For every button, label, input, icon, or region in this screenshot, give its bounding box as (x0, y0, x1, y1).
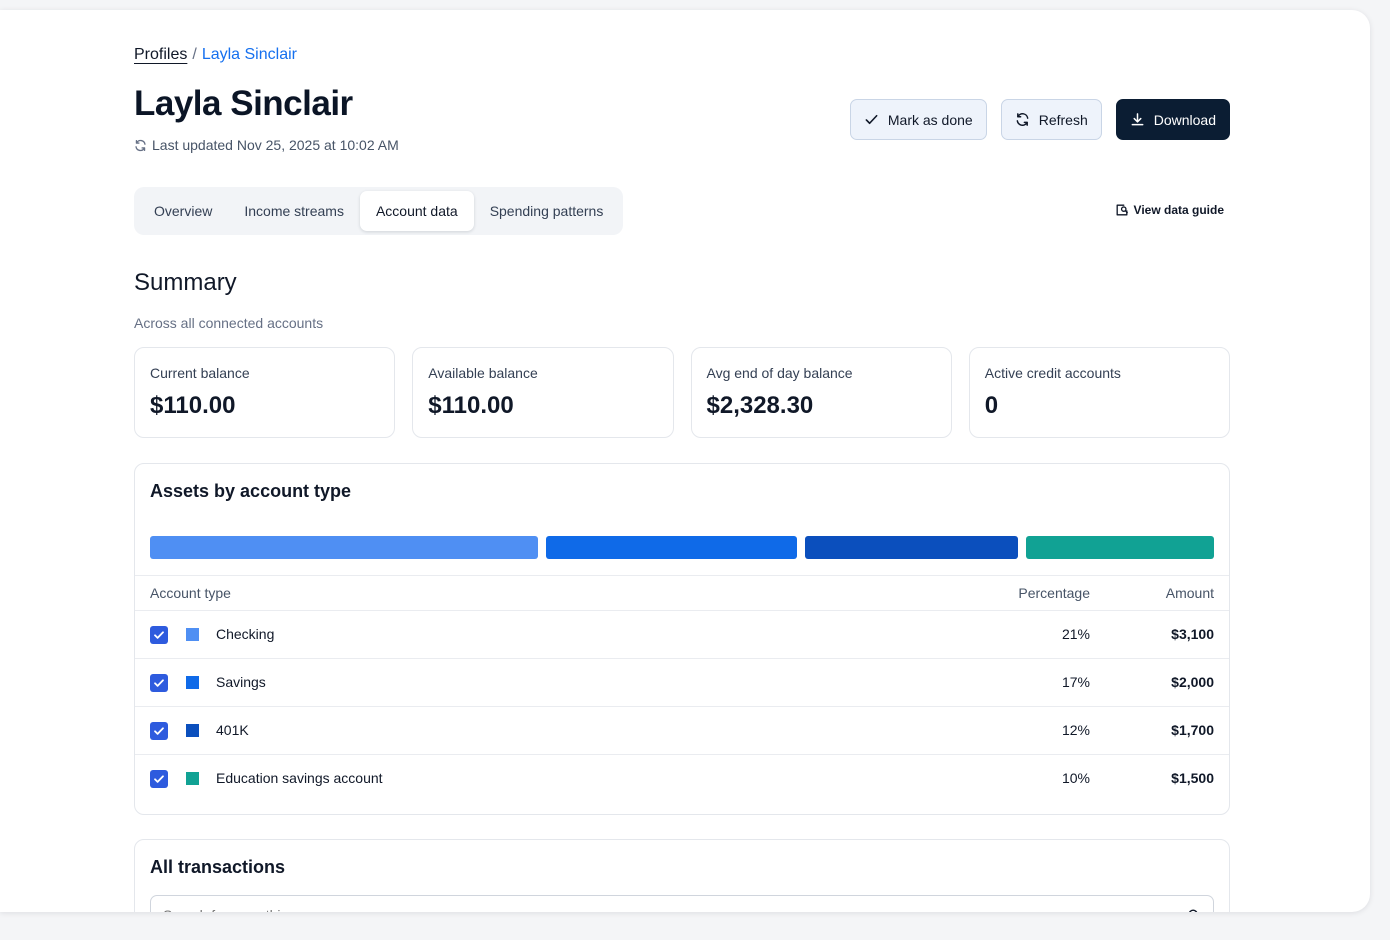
asset-allocation-bar (150, 536, 1214, 559)
transactions-title: All transactions (150, 857, 286, 877)
color-swatch (186, 724, 199, 737)
summary-title: Summary (134, 269, 237, 296)
transactions-search-input[interactable] (150, 895, 1214, 912)
table-row: Savings 17% $2,000 (135, 659, 1229, 707)
row-checkbox[interactable] (150, 770, 168, 788)
stat-value: $110.00 (150, 392, 236, 419)
download-icon (1131, 113, 1144, 126)
summary-subtitle: Across all connected accounts (134, 315, 324, 331)
last-updated-text: Last updated Nov 25, 2025 at 10:02 AM (152, 137, 399, 153)
stat-label: Avg end of day balance (706, 365, 853, 381)
tab-account-data[interactable]: Account data (359, 191, 474, 231)
account-type-percentage: 17% (1061, 674, 1090, 690)
header-actions: Mark as done Refresh Download (849, 99, 1230, 140)
bar-segment-checking (150, 536, 539, 559)
account-type-amount: $3,100 (1171, 626, 1214, 642)
app-window: Profiles / Layla Sinclair Layla Sinclair… (0, 10, 1370, 912)
color-swatch (186, 628, 199, 641)
color-swatch (186, 676, 199, 689)
column-amount: Amount (1165, 585, 1214, 601)
bar-segment-savings (546, 536, 798, 559)
mark-done-button[interactable]: Mark as done (849, 99, 987, 140)
tab-overview[interactable]: Overview (138, 191, 228, 231)
view-data-guide-label: View data guide (1133, 203, 1224, 217)
checkmark-icon (154, 679, 164, 687)
checkmark-icon (154, 631, 164, 639)
account-type-amount: $1,700 (1171, 722, 1214, 738)
stat-value: $110.00 (428, 392, 514, 419)
table-row: Checking 21% $3,100 (135, 611, 1229, 659)
stat-label: Available balance (428, 365, 538, 381)
account-type-percentage: 21% (1061, 626, 1090, 642)
table-row: 401K 12% $1,700 (135, 707, 1229, 755)
row-checkbox[interactable] (150, 722, 168, 740)
search-icon (1189, 909, 1198, 912)
mark-done-label: Mark as done (887, 111, 973, 128)
column-account-type: Account type (150, 585, 231, 601)
refresh-label: Refresh (1038, 111, 1088, 128)
account-type-name: Education savings account (216, 770, 383, 786)
assets-table-header: Account type Percentage Amount (135, 575, 1229, 611)
account-type-amount: $2,000 (1171, 674, 1214, 690)
view-data-guide-link[interactable]: View data guide (1115, 203, 1224, 217)
table-row: Education savings account 10% $1,500 (135, 755, 1229, 803)
tab-bar: Overview Income streams Account data Spe… (134, 187, 624, 235)
all-transactions-card: All transactions (134, 839, 1230, 912)
bar-segment-education-savings-account (1026, 536, 1214, 559)
account-type-amount: $1,500 (1171, 770, 1214, 786)
row-checkbox[interactable] (150, 626, 168, 644)
breadcrumb-current[interactable]: Layla Sinclair (202, 46, 297, 64)
checkmark-icon (154, 775, 164, 783)
download-button[interactable]: Download (1115, 99, 1230, 140)
stat-value: 0 (984, 392, 999, 419)
stat-card-available-balance: Available balance $110.00 (412, 347, 674, 438)
page-title: Layla Sinclair (134, 84, 353, 123)
account-type-name: Savings (216, 674, 266, 690)
bar-segment-401k (805, 536, 1019, 559)
tab-spending-patterns[interactable]: Spending patterns (474, 191, 620, 231)
breadcrumb: Profiles / Layla Sinclair (134, 46, 297, 64)
stat-label: Current balance (150, 365, 250, 381)
account-type-name: Checking (216, 626, 275, 642)
account-type-name: 401K (216, 722, 249, 738)
last-updated: Last updated Nov 25, 2025 at 10:02 AM (134, 137, 399, 153)
check-icon (865, 114, 878, 125)
tab-income-streams[interactable]: Income streams (228, 191, 360, 231)
breadcrumb-separator: / (192, 46, 197, 63)
stat-value: $2,328.30 (706, 392, 814, 419)
summary-stats: Current balance $110.00 Available balanc… (134, 347, 1230, 438)
stat-card-avg-end-of-day-balance: Avg end of day balance $2,328.30 (690, 347, 952, 438)
refresh-button[interactable]: Refresh (1000, 99, 1102, 140)
download-label: Download (1153, 111, 1216, 128)
breadcrumb-profiles-link[interactable]: Profiles (134, 46, 187, 64)
guide-search-icon (1116, 204, 1128, 216)
assets-card-title: Assets by account type (150, 481, 352, 501)
row-checkbox[interactable] (150, 674, 168, 692)
account-type-percentage: 10% (1061, 770, 1090, 786)
column-percentage: Percentage (1018, 585, 1090, 601)
refresh-icon (1016, 113, 1029, 126)
checkmark-icon (154, 727, 164, 735)
color-swatch (186, 772, 199, 785)
stat-card-active-credit-accounts: Active credit accounts 0 (968, 347, 1230, 438)
stat-card-current-balance: Current balance $110.00 (134, 347, 396, 438)
account-type-percentage: 12% (1061, 722, 1090, 738)
assets-by-account-type-card: Assets by account type Account type Perc… (134, 463, 1230, 815)
sync-icon (135, 139, 146, 151)
stat-label: Active credit accounts (984, 365, 1121, 381)
